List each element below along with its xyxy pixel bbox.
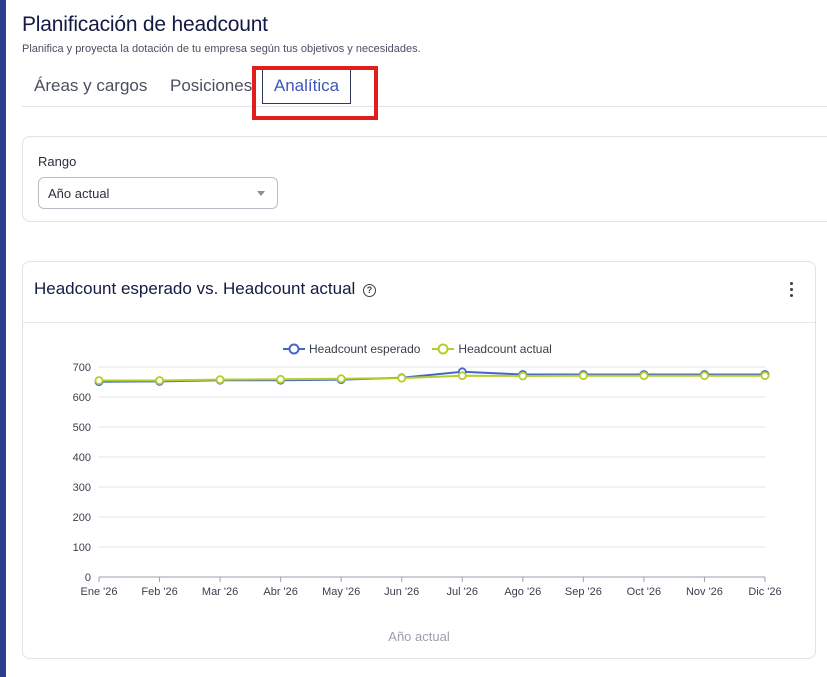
y-tick-label: 100 <box>73 542 91 554</box>
page-subtitle: Planifica y proyecta la dotación de tu e… <box>22 43 421 55</box>
data-point-1 <box>397 373 407 383</box>
line-chart: 0 100 200 300 400 500 600 700 Ene '26 Feb '26 Mar … <box>73 362 782 598</box>
chart-card: Headcount esperado vs. Headcount actual … <box>22 261 816 659</box>
tab-posiciones[interactable]: Posiciones <box>170 76 252 96</box>
x-tick-label: Dic '26 <box>748 586 781 598</box>
data-point-1 <box>457 371 467 381</box>
data-point-1 <box>700 371 709 381</box>
data-point-1 <box>94 376 104 385</box>
x-tick-label: Nov '26 <box>686 586 723 598</box>
y-tick-label: 200 <box>73 512 91 524</box>
x-tick-label: Feb '26 <box>141 586 177 598</box>
x-tick-label: Mar '26 <box>202 586 238 598</box>
app-sidebar-edge <box>0 0 6 677</box>
range-filter-card: Rango Año actual <box>22 136 827 222</box>
data-point-1 <box>760 371 770 381</box>
data-point-1 <box>336 374 346 384</box>
chevron-down-icon <box>257 191 265 196</box>
data-point-1 <box>155 376 164 385</box>
data-point-1 <box>215 375 225 384</box>
y-tick-label: 400 <box>73 452 91 464</box>
series-line-1 <box>99 374 765 382</box>
x-tick-label: Ago '26 <box>504 586 541 598</box>
y-tick-label: 300 <box>73 482 91 494</box>
x-axis-title: Año actual <box>388 629 450 644</box>
page-title: Planificación de headcount <box>22 13 268 36</box>
data-point-1 <box>276 374 286 384</box>
x-tick-label: Oct '26 <box>627 586 662 598</box>
tab-bar: Áreas y cargos Posiciones Analítica <box>22 64 827 107</box>
page-header: Planificación de headcount Planifica y p… <box>22 13 421 55</box>
tab-areas-y-cargos[interactable]: Áreas y cargos <box>34 76 147 96</box>
data-point-1 <box>518 371 528 381</box>
x-tick-label: Sep '26 <box>565 586 602 598</box>
x-tick-label: May '26 <box>322 586 360 598</box>
x-tick-label: Ene '26 <box>81 586 118 598</box>
range-select[interactable]: Año actual <box>38 177 278 209</box>
x-tick-label: Abr '26 <box>263 586 298 598</box>
y-tick-label: 600 <box>73 392 91 404</box>
y-tick-label: 0 <box>85 572 91 584</box>
y-tick-label: 500 <box>73 422 91 434</box>
range-label: Rango <box>38 154 77 169</box>
x-tick-label: Jun '26 <box>384 586 419 598</box>
tab-analitica[interactable]: Analítica <box>262 68 351 104</box>
x-tick-label: Jul '26 <box>447 586 478 598</box>
data-point-1 <box>639 371 649 381</box>
data-point-1 <box>578 371 588 381</box>
range-selected-value: Año actual <box>48 186 110 201</box>
y-tick-label: 700 <box>73 362 91 374</box>
